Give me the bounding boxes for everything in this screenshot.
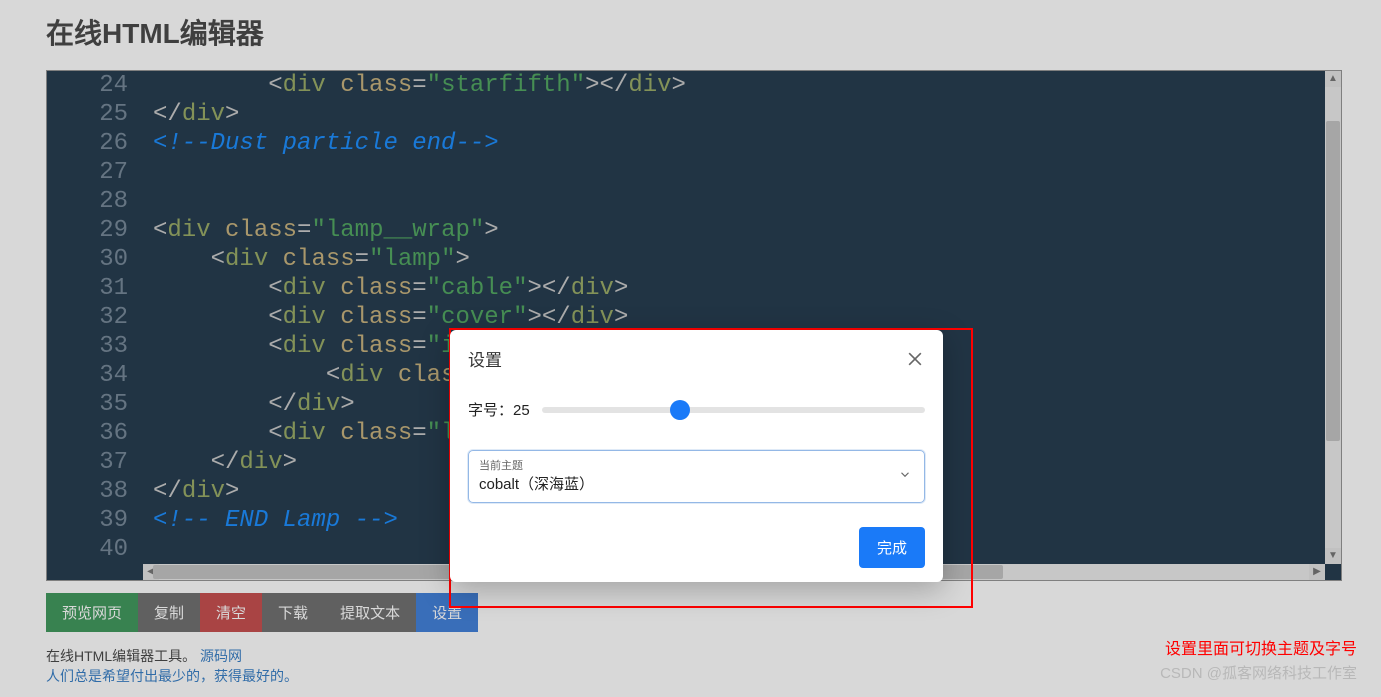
- annotation-text: 设置里面可切换主题及字号: [1165, 635, 1357, 659]
- theme-select-value: cobalt（深海蓝）: [479, 476, 594, 493]
- font-size-slider[interactable]: [542, 407, 925, 413]
- watermark: CSDN @孤客网络科技工作室: [1160, 662, 1357, 683]
- modal-title: 设置: [468, 346, 502, 371]
- settings-modal: 设置 字号：25 当前主题 cobalt（深海蓝） 完成: [450, 330, 943, 582]
- done-button[interactable]: 完成: [859, 527, 925, 568]
- chevron-down-icon: [898, 467, 912, 486]
- theme-select-label: 当前主题: [479, 457, 890, 473]
- theme-select[interactable]: 当前主题 cobalt（深海蓝）: [468, 450, 925, 503]
- slider-thumb[interactable]: [670, 400, 690, 420]
- font-size-label: 字号：25: [468, 399, 530, 420]
- close-icon[interactable]: [905, 349, 925, 369]
